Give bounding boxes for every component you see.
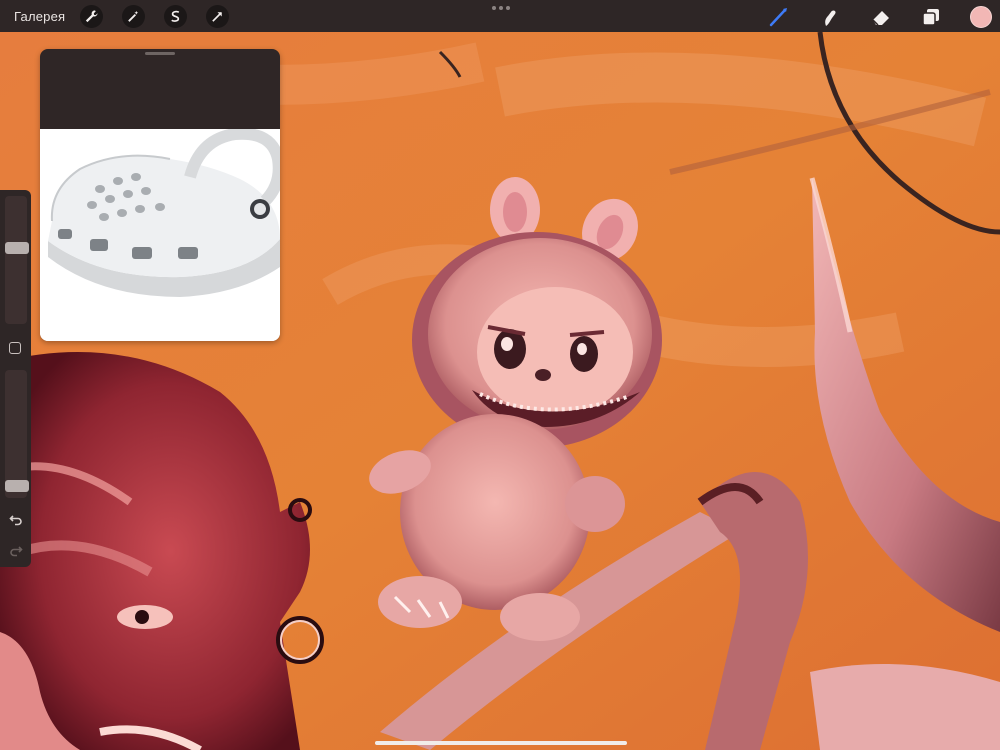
crocs-clog-icon (40, 129, 280, 341)
brush-size-thumb[interactable] (5, 242, 29, 254)
brush-size-slider[interactable] (5, 196, 29, 324)
adjustments-button[interactable] (122, 5, 145, 28)
brush-icon (769, 8, 787, 27)
wrench-icon (85, 10, 98, 23)
dot (492, 6, 496, 10)
magic-wand-icon (128, 10, 139, 22)
eraser-icon (872, 11, 889, 26)
smudge-tool-button[interactable] (816, 4, 842, 30)
transform-button[interactable] (206, 5, 229, 28)
redo-icon (10, 546, 23, 557)
color-picker-button[interactable] (970, 6, 992, 28)
more-options-handle[interactable] (490, 6, 512, 14)
dot (506, 6, 510, 10)
selection-s-icon (171, 10, 180, 22)
arrow-cursor-icon (212, 12, 222, 22)
gallery-button[interactable]: Галерея (14, 0, 65, 32)
layers-button[interactable] (918, 4, 944, 30)
top-toolbar: Галерея (0, 0, 1000, 32)
selection-button[interactable] (164, 5, 187, 28)
dot (499, 6, 503, 10)
undo-icon (9, 515, 22, 526)
reference-window[interactable] (40, 49, 280, 341)
reference-drag-handle[interactable] (145, 52, 175, 55)
brush-tool-button[interactable] (766, 4, 792, 30)
layers-icon (922, 9, 939, 26)
brush-opacity-slider[interactable] (5, 370, 29, 498)
brush-opacity-thumb[interactable] (5, 480, 29, 492)
modify-button[interactable] (9, 342, 21, 354)
redo-button[interactable] (7, 541, 25, 559)
home-indicator[interactable] (375, 741, 627, 745)
smudge-icon (825, 10, 836, 26)
left-sidebar (0, 190, 31, 567)
actions-button[interactable] (80, 5, 103, 28)
eraser-tool-button[interactable] (868, 4, 894, 30)
undo-button[interactable] (7, 510, 25, 528)
